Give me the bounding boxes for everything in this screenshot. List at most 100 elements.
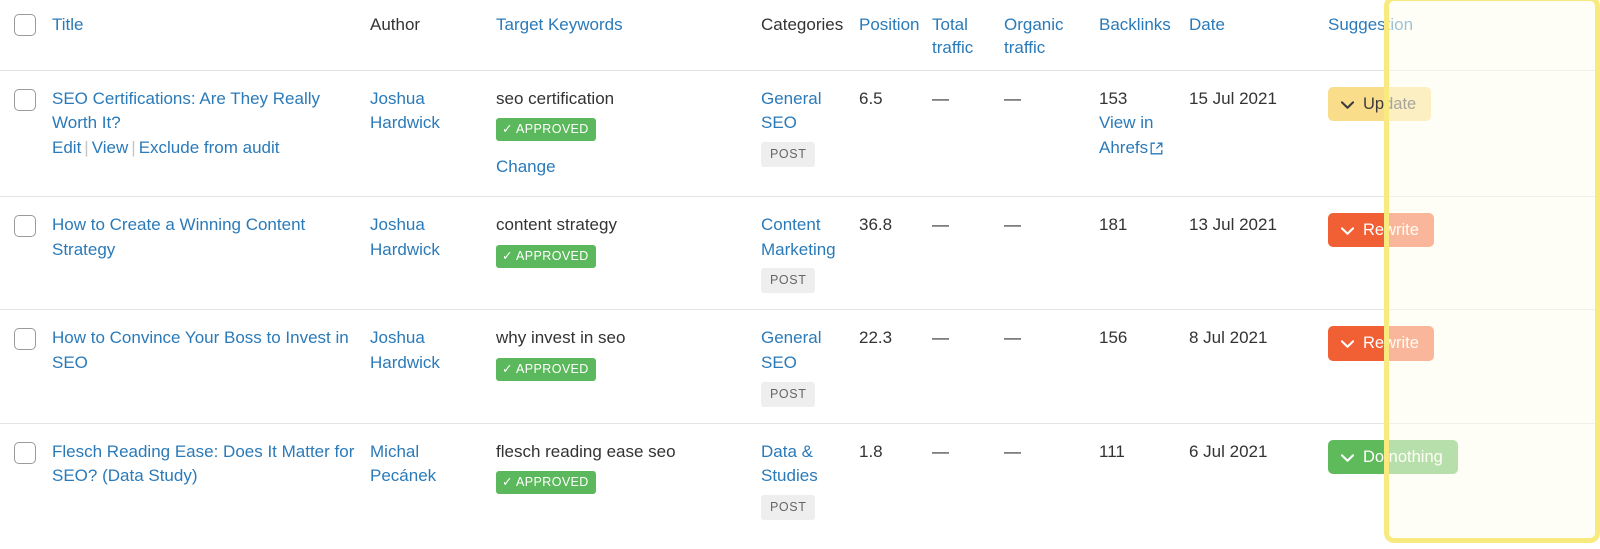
row-select-cell [0,423,52,536]
date-cell: 6 Jul 2021 [1189,423,1306,536]
total-traffic-cell: — [932,70,1004,196]
category-link[interactable]: General SEO [761,326,851,375]
external-link-icon [1148,138,1163,157]
header-total-traffic-label[interactable]: Total traffic [932,15,973,57]
view-in-ahrefs-link[interactable]: View in Ahrefs [1099,111,1181,160]
header-total-traffic[interactable]: Total traffic [932,0,1004,70]
category-cell: General SEOPOST [761,310,859,423]
change-keyword-link[interactable]: Change [496,155,753,180]
header-target-keywords[interactable]: Target Keywords [496,0,761,70]
suggestion-button[interactable]: Update [1328,87,1431,122]
target-keyword-text: why invest in seo [496,326,753,351]
suggestion-cell: Rewrite [1306,310,1600,423]
content-audit-table: Title Author Target Keywords Categories … [0,0,1600,536]
author-link[interactable]: Joshua Hardwick [370,89,440,133]
category-link[interactable]: Data & Studies [761,440,851,489]
approved-badge: ✓ APPROVED [496,471,596,494]
category-link[interactable]: Content Marketing [761,213,851,262]
backlinks-cell: 181 [1099,196,1189,309]
backlinks-count: 181 [1099,213,1181,238]
category-cell: Content Marketing POST [761,196,859,309]
suggestion-button[interactable]: Rewrite [1328,213,1434,248]
backlinks-cell: 153View in Ahrefs [1099,70,1189,196]
header-backlinks-label[interactable]: Backlinks [1099,15,1171,34]
approved-badge: ✓ APPROVED [496,245,596,268]
backlinks-cell: 156 [1099,310,1189,423]
header-organic-traffic-label[interactable]: Organic traffic [1004,15,1064,57]
table-row: How to Convince Your Boss to Invest in S… [0,310,1600,423]
edit-link[interactable]: Edit [52,138,81,157]
position-cell: 1.8 [859,423,932,536]
suggestion-cell: Update [1306,70,1600,196]
table-row: How to Create a Winning Content Strategy… [0,196,1600,309]
table-header: Title Author Target Keywords Categories … [0,0,1600,70]
target-keyword-cell: content strategy✓ APPROVED [496,196,761,309]
post-type-tag: POST [761,495,815,520]
action-separator: | [81,138,91,157]
organic-traffic-cell: — [1004,310,1099,423]
target-keyword-text: flesch reading ease seo [496,440,753,465]
header-backlinks[interactable]: Backlinks [1099,0,1189,70]
date-cell: 13 Jul 2021 [1189,196,1306,309]
header-title[interactable]: Title [52,0,370,70]
suggestion-button[interactable]: Rewrite [1328,326,1434,361]
title-cell: How to Convince Your Boss to Invest in S… [52,310,370,423]
post-type-tag: POST [761,268,815,293]
suggestion-label: Rewrite [1363,335,1419,352]
date-cell: 8 Jul 2021 [1189,310,1306,423]
author-cell: Joshua Hardwick [370,310,496,423]
view-in-ahrefs-label: View in Ahrefs [1099,113,1154,157]
header-categories-label: Categories [761,15,843,34]
header-suggestion-label[interactable]: Suggestion [1328,15,1413,34]
article-title-link[interactable]: SEO Certifications: Are They Really Wort… [52,87,362,136]
author-cell: Joshua Hardwick [370,196,496,309]
row-checkbox[interactable] [14,328,36,350]
table-row: SEO Certifications: Are They Really Wort… [0,70,1600,196]
title-cell: SEO Certifications: Are They Really Wort… [52,70,370,196]
header-title-label[interactable]: Title [52,15,84,34]
target-keyword-cell: why invest in seo✓ APPROVED [496,310,761,423]
row-select-cell [0,196,52,309]
organic-traffic-cell: — [1004,70,1099,196]
header-author: Author [370,0,496,70]
suggestion-cell: Rewrite [1306,196,1600,309]
row-select-cell [0,310,52,423]
backlinks-count: 111 [1099,440,1181,465]
article-title-link[interactable]: Flesch Reading Ease: Does It Matter for … [52,440,362,489]
row-action-links: Edit|View|Exclude from audit [52,136,362,161]
header-date-label[interactable]: Date [1189,15,1225,34]
suggestion-label: Do nothing [1363,449,1443,466]
header-position-label[interactable]: Position [859,15,919,34]
backlinks-cell: 111 [1099,423,1189,536]
row-checkbox[interactable] [14,442,36,464]
header-row: Title Author Target Keywords Categories … [0,0,1600,70]
header-target-keywords-label[interactable]: Target Keywords [496,15,623,34]
header-organic-traffic[interactable]: Organic traffic [1004,0,1099,70]
header-position[interactable]: Position [859,0,932,70]
exclude-from-audit-link[interactable]: Exclude from audit [139,138,280,157]
suggestion-button[interactable]: Do nothing [1328,440,1458,475]
target-keyword-text: seo certification [496,87,753,112]
author-link[interactable]: Joshua Hardwick [370,215,440,259]
post-type-tag: POST [761,142,815,167]
article-title-link[interactable]: How to Create a Winning Content Strategy [52,213,362,262]
article-title-link[interactable]: How to Convince Your Boss to Invest in S… [52,326,362,375]
chevron-down-icon [1341,449,1354,466]
header-date[interactable]: Date [1189,0,1306,70]
row-checkbox[interactable] [14,89,36,111]
view-link[interactable]: View [92,138,129,157]
chevron-down-icon [1341,335,1354,352]
table-row: Flesch Reading Ease: Does It Matter for … [0,423,1600,536]
author-cell: Michal Pecánek [370,423,496,536]
row-select-cell [0,70,52,196]
author-link[interactable]: Joshua Hardwick [370,328,440,372]
author-cell: Joshua Hardwick [370,70,496,196]
row-checkbox[interactable] [14,215,36,237]
position-cell: 6.5 [859,70,932,196]
select-all-checkbox[interactable] [14,14,36,36]
organic-traffic-cell: — [1004,423,1099,536]
organic-traffic-cell: — [1004,196,1099,309]
category-link[interactable]: General SEO [761,87,851,136]
author-link[interactable]: Michal Pecánek [370,442,436,486]
header-suggestion[interactable]: Suggestion [1306,0,1600,70]
